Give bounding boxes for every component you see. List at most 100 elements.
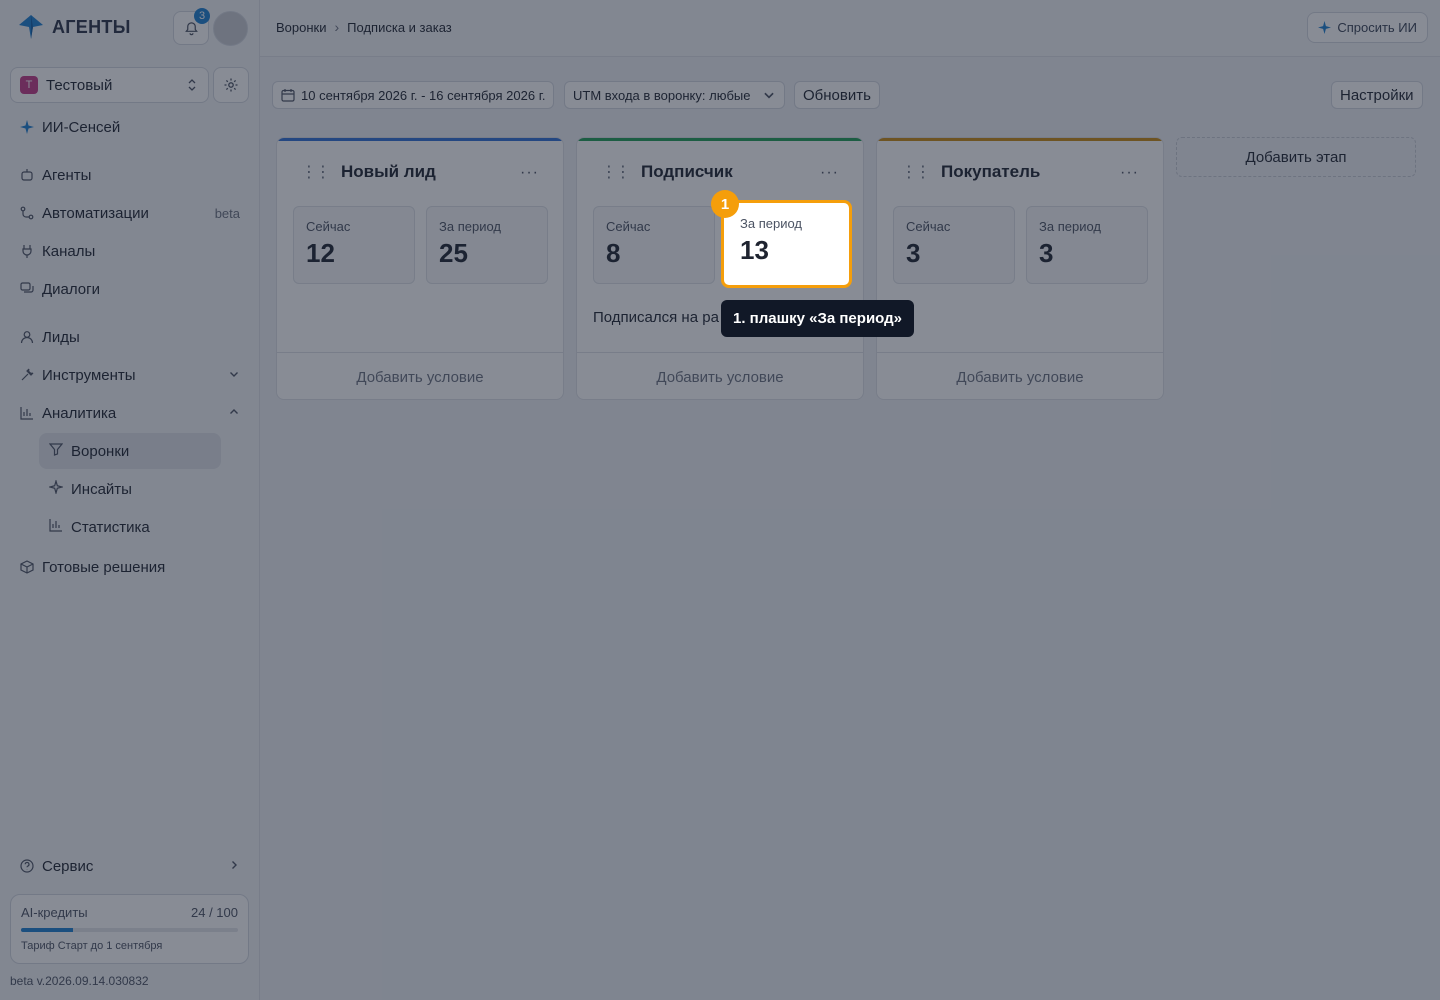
- logo-icon: [19, 15, 43, 39]
- drag-handle-icon[interactable]: ⋮⋮: [601, 162, 631, 182]
- metric-now[interactable]: Сейчас 12: [293, 206, 415, 284]
- refresh-label: Обновить: [803, 86, 871, 104]
- more-icon[interactable]: ···: [520, 164, 539, 182]
- sidebar-item-ready-solutions[interactable]: Готовые решения: [20, 554, 240, 580]
- version-text: beta v.2026.09.14.030832: [10, 974, 149, 988]
- sidebar-item-label: ИИ-Сенсей: [42, 118, 121, 136]
- utm-filter-select[interactable]: UTM входа в воронку: любые: [564, 81, 786, 109]
- sidebar-item-channels[interactable]: Каналы: [20, 238, 240, 264]
- notifications-button[interactable]: 3: [173, 8, 210, 45]
- metric-label: Сейчас: [906, 219, 951, 234]
- stage-title: Покупатель: [941, 162, 1041, 181]
- sidebar-item-dialogs[interactable]: Диалоги: [20, 276, 240, 302]
- date-range-picker[interactable]: 10 сентября 2026 г. - 16 сентября 2026 г…: [272, 81, 555, 109]
- sidebar-item-label: Каналы: [42, 242, 96, 260]
- sidebar-item-label: Готовые решения: [42, 558, 166, 576]
- workspace-name: Тестовый: [46, 76, 113, 94]
- chevron-up-icon: [228, 405, 240, 422]
- add-condition-button[interactable]: Добавить условие: [577, 352, 863, 399]
- bar-chart-icon: [49, 518, 63, 536]
- metric-value: 3: [1039, 238, 1054, 268]
- logo-text: АГЕНТЫ: [52, 16, 131, 37]
- breadcrumb-root[interactable]: Воронки: [276, 20, 327, 35]
- sidebar-item-label: Автоматизации: [42, 204, 149, 222]
- workspace-settings-button[interactable]: [213, 67, 249, 103]
- calendar-icon: [281, 89, 295, 102]
- metric-label: За период: [1039, 219, 1101, 234]
- branch-icon: [20, 206, 34, 220]
- refresh-button[interactable]: Обновить: [794, 81, 880, 109]
- ai-credits-progress: [21, 928, 238, 932]
- metric-period[interactable]: За период 3: [1026, 206, 1148, 284]
- sidebar-item-analytics[interactable]: Аналитика: [20, 400, 240, 426]
- sidebar-item-label: Сервис: [42, 857, 94, 875]
- drag-handle-icon[interactable]: ⋮⋮: [301, 162, 331, 182]
- avatar[interactable]: [213, 11, 248, 46]
- settings-button[interactable]: Настройки: [1331, 81, 1423, 109]
- metric-period-highlighted[interactable]: За период 13: [721, 200, 852, 288]
- metric-label: Сейчас: [306, 219, 351, 234]
- more-icon[interactable]: ···: [1120, 164, 1139, 182]
- chevron-down-icon: [764, 92, 775, 99]
- metric-value: 25: [439, 238, 468, 268]
- metric-label: Сейчас: [606, 219, 651, 234]
- chevron-updown-icon: [188, 79, 196, 91]
- settings-label: Настройки: [1340, 86, 1414, 104]
- sidebar-item-leads[interactable]: Лиды: [20, 324, 240, 350]
- add-condition-button[interactable]: Добавить условие: [277, 352, 563, 399]
- workspace-initial: Т: [20, 76, 38, 94]
- notification-count-badge: 3: [194, 8, 210, 24]
- sidebar-item-automations[interactable]: Автоматизации beta: [20, 200, 240, 226]
- stage-color-bar: [277, 138, 563, 141]
- metric-value: 8: [606, 238, 621, 268]
- sidebar-item-label: Агенты: [42, 166, 92, 184]
- date-range-text: 10 сентября 2026 г. - 16 сентября 2026 г…: [301, 87, 546, 103]
- sidebar-item-service[interactable]: Сервис: [20, 853, 240, 879]
- sidebar-subitem-label: Инсайты: [71, 480, 132, 498]
- stage-title: Новый лид: [341, 162, 436, 181]
- sidebar-subitem-insights[interactable]: Инсайты: [39, 471, 221, 507]
- metric-period[interactable]: За период 25: [426, 206, 548, 284]
- metric-now[interactable]: Сейчас 3: [893, 206, 1015, 284]
- more-icon[interactable]: ···: [820, 164, 839, 182]
- drag-handle-icon[interactable]: ⋮⋮: [901, 162, 931, 182]
- metric-value: 12: [306, 238, 335, 268]
- user-icon: [20, 330, 34, 344]
- box-icon: [20, 560, 34, 574]
- ask-ai-button[interactable]: Спросить ИИ: [1307, 12, 1428, 43]
- bell-icon: [184, 21, 198, 35]
- chart-icon: [20, 406, 34, 420]
- sidebar-subitem-statistics[interactable]: Статистика: [39, 509, 221, 545]
- sparkle-icon: [47, 478, 65, 498]
- metric-now[interactable]: Сейчас 8: [593, 206, 715, 284]
- help-circle-icon: [20, 859, 34, 873]
- sidebar-item-label: Диалоги: [42, 280, 100, 298]
- ai-credits-progress-fill: [21, 928, 74, 932]
- chevron-right-icon: [228, 858, 240, 875]
- logo[interactable]: АГЕНТЫ: [18, 14, 131, 40]
- beta-badge: beta: [214, 205, 240, 221]
- sidebar-subitem-label: Статистика: [71, 518, 150, 536]
- metric-label: За период: [740, 216, 802, 231]
- utm-filter-text: UTM входа в воронку: любые: [573, 87, 751, 103]
- add-stage-button[interactable]: Добавить этап: [1176, 137, 1416, 177]
- sidebar-item-agents[interactable]: Агенты: [20, 162, 240, 188]
- stage-color-bar: [577, 138, 863, 141]
- stage-title: Подписчик: [641, 162, 733, 181]
- sidebar-subitem-label: Воронки: [71, 442, 130, 460]
- ai-credits-label: AI-кредиты: [21, 905, 88, 920]
- sidebar-item-ai-sensei[interactable]: ИИ-Сенсей: [20, 114, 240, 140]
- ai-credits-value: 24 / 100: [191, 905, 238, 920]
- add-condition-button[interactable]: Добавить условие: [877, 352, 1163, 399]
- sparkle-icon: [1318, 21, 1332, 34]
- breadcrumb: Воронки › Подписка и заказ: [276, 19, 452, 35]
- metric-value: 3: [906, 238, 921, 268]
- filter-icon: [48, 442, 64, 460]
- ai-credits-panel[interactable]: AI-кредиты 24 / 100 Тариф Старт до 1 сен…: [10, 894, 249, 964]
- sidebar-subitem-funnels[interactable]: Воронки: [39, 433, 221, 469]
- sidebar: АГЕНТЫ 3 Т Тестовый ИИ-Сенсей Агенты Авт…: [0, 0, 260, 1000]
- workspace-switcher[interactable]: Т Тестовый: [10, 67, 209, 103]
- stage-condition-text: Подписался на ра: [593, 309, 719, 326]
- sidebar-item-tools[interactable]: Инструменты: [20, 362, 240, 388]
- tour-tooltip: 1. плашку «За период»: [721, 300, 914, 337]
